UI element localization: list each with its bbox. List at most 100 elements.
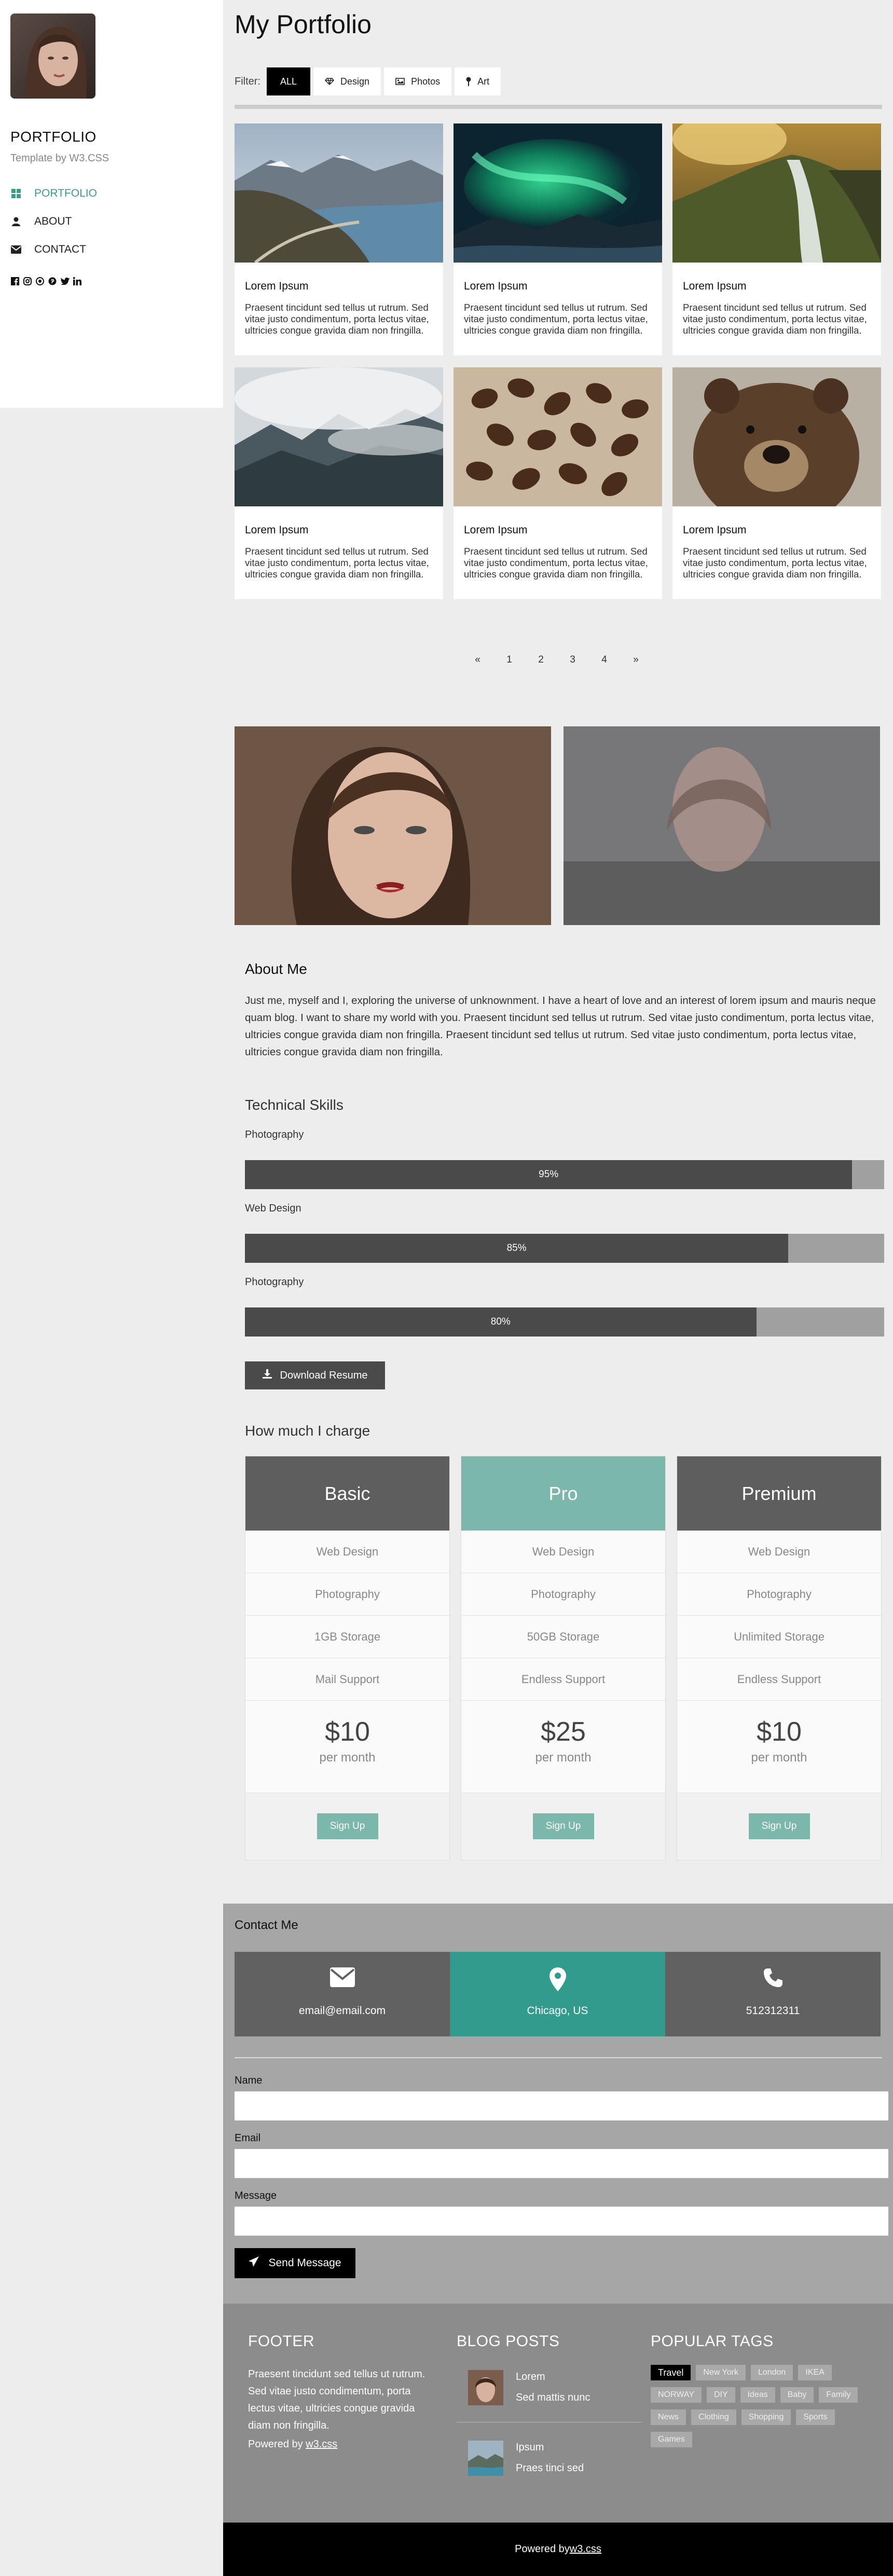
- filter-button-label: Art: [477, 76, 490, 87]
- pagination-page[interactable]: 1: [493, 650, 525, 670]
- pricing-plan-premium: Premium Web Design Photography Unlimited…: [677, 1456, 882, 1861]
- tag[interactable]: NORWAY: [651, 2387, 702, 2403]
- sidebar-item-contact[interactable]: CONTACT: [10, 236, 213, 263]
- card-text: Praesent tincidunt sed tellus ut rutrum.…: [683, 546, 867, 580]
- tag[interactable]: DIY: [706, 2387, 735, 2403]
- blog-post-item[interactable]: Lorem Sed mattis nunc: [457, 2367, 641, 2421]
- skill-bar-fill: 80%: [245, 1307, 757, 1337]
- sidebar-item-portfolio[interactable]: PORTFOLIO: [10, 180, 213, 207]
- bottom-w3css-link[interactable]: w3.css: [570, 2543, 601, 2555]
- card-text: Praesent tincidunt sed tellus ut rutrum.…: [683, 302, 867, 336]
- skill-label: Photography: [245, 1129, 304, 1140]
- map-pin-icon: [466, 77, 471, 86]
- contact-email-box: email@email.com: [235, 1952, 450, 2036]
- send-message-label: Send Message: [268, 2257, 341, 2269]
- portfolio-card[interactable]: Lorem Ipsum Praesent tincidunt sed tellu…: [454, 367, 662, 599]
- sign-up-button[interactable]: Sign Up: [317, 1813, 378, 1839]
- card-title: Lorem Ipsum: [464, 280, 528, 292]
- plan-footer: Sign Up: [245, 1793, 449, 1859]
- card-text: Praesent tincidunt sed tellus ut rutrum.…: [464, 546, 648, 580]
- linkedin-icon[interactable]: [73, 277, 82, 286]
- pagination-page[interactable]: 2: [525, 650, 557, 670]
- blog-post-subtitle: Sed mattis nunc: [516, 2392, 590, 2403]
- blog-post-title: Ipsum: [516, 2442, 544, 2453]
- name-field[interactable]: [235, 2091, 888, 2120]
- skills-title: Technical Skills: [245, 1097, 344, 1113]
- pagination-page[interactable]: 4: [588, 650, 620, 670]
- twitter-icon[interactable]: [60, 277, 70, 286]
- portfolio-card[interactable]: Lorem Ipsum Praesent tincidunt sed tellu…: [235, 123, 443, 355]
- plan-feature: Mail Support: [245, 1658, 449, 1701]
- tag[interactable]: Ideas: [740, 2387, 775, 2403]
- portfolio-card[interactable]: Lorem Ipsum Praesent tincidunt sed tellu…: [672, 367, 881, 599]
- filter-design-button[interactable]: Design: [313, 67, 381, 95]
- footer-title: FOOTER: [248, 2333, 314, 2350]
- plan-feature: Endless Support: [677, 1658, 881, 1701]
- sidebar-item-about[interactable]: ABOUT: [10, 208, 213, 235]
- blog-post-thumbnail: [468, 2370, 503, 2405]
- avatar[interactable]: [10, 13, 95, 99]
- tag[interactable]: Family: [819, 2387, 858, 2403]
- download-resume-button[interactable]: Download Resume: [245, 1361, 385, 1389]
- about-title: About Me: [245, 961, 307, 977]
- tag[interactable]: London: [750, 2365, 793, 2380]
- skill-label: Web Design: [245, 1203, 301, 1214]
- plan-feature: Photography: [245, 1573, 449, 1616]
- pinterest-icon[interactable]: [48, 277, 57, 286]
- sign-up-button[interactable]: Sign Up: [532, 1813, 594, 1839]
- filter-all-button[interactable]: ALL: [267, 67, 311, 95]
- pricing-title: How much I charge: [245, 1423, 370, 1439]
- bear-photo: [672, 367, 881, 506]
- filter-divider: [235, 105, 882, 109]
- blog-post-item[interactable]: Ipsum Praes tinci sed: [457, 2439, 641, 2492]
- send-message-button[interactable]: Send Message: [235, 2248, 355, 2278]
- skill-bar: 80%: [245, 1307, 884, 1337]
- phone-icon: [665, 1967, 881, 1991]
- w3css-link[interactable]: w3.css: [306, 2439, 337, 2450]
- filter-bar: Filter: ALL Design Photos Art: [235, 67, 504, 95]
- tag[interactable]: Shopping: [741, 2409, 791, 2425]
- card-title: Lorem Ipsum: [245, 524, 309, 536]
- tag[interactable]: Baby: [780, 2387, 814, 2403]
- snapchat-icon[interactable]: [35, 277, 45, 286]
- card-text: Praesent tincidunt sed tellus ut rutrum.…: [464, 302, 648, 336]
- plan-price-block: $10 per month: [677, 1701, 881, 1793]
- diamond-icon: [325, 78, 334, 85]
- pagination-page[interactable]: 3: [557, 650, 588, 670]
- tag[interactable]: Sports: [796, 2409, 835, 2425]
- blog-post-thumbnail: [468, 2441, 503, 2476]
- bottom-powered-prefix: Powered by: [515, 2543, 570, 2555]
- portfolio-card[interactable]: Lorem Ipsum Praesent tincidunt sed tellu…: [672, 123, 881, 355]
- instagram-icon[interactable]: [23, 277, 32, 286]
- portfolio-card[interactable]: Lorem Ipsum Praesent tincidunt sed tellu…: [454, 123, 662, 355]
- filter-button-label: ALL: [280, 76, 297, 87]
- powered-by-prefix: Powered by: [248, 2439, 306, 2450]
- user-icon: [10, 217, 22, 226]
- email-field[interactable]: [235, 2149, 888, 2178]
- sign-up-button[interactable]: Sign Up: [748, 1813, 810, 1839]
- tag[interactable]: News: [651, 2409, 686, 2425]
- portfolio-card[interactable]: Lorem Ipsum Praesent tincidunt sed tellu…: [235, 367, 443, 599]
- message-label: Message: [235, 2190, 277, 2201]
- tag[interactable]: Games: [651, 2432, 692, 2447]
- filter-photos-button[interactable]: Photos: [384, 67, 452, 95]
- message-field[interactable]: [235, 2207, 888, 2236]
- portrait-photo: [235, 726, 551, 925]
- tag[interactable]: New York: [696, 2365, 746, 2380]
- portrait-photo: [564, 726, 880, 925]
- plan-feature: 50GB Storage: [461, 1616, 665, 1658]
- contact-phone-box: 512312311: [665, 1952, 881, 2036]
- plan-footer: Sign Up: [677, 1793, 881, 1859]
- tag[interactable]: Clothing: [691, 2409, 736, 2425]
- tag[interactable]: IKEA: [798, 2365, 832, 2380]
- pagination-prev[interactable]: «: [462, 650, 493, 670]
- filter-art-button[interactable]: Art: [455, 67, 501, 95]
- paper-plane-icon: [249, 2256, 259, 2270]
- tag[interactable]: Travel: [651, 2365, 691, 2380]
- facebook-icon[interactable]: [10, 277, 20, 286]
- pagination-next[interactable]: »: [620, 650, 652, 670]
- page-title: My Portfolio: [235, 10, 372, 39]
- plan-feature: Photography: [461, 1573, 665, 1616]
- about-text: Just me, myself and I, exploring the uni…: [245, 995, 876, 1058]
- sidebar-nav: PORTFOLIO ABOUT CONTACT: [10, 180, 213, 263]
